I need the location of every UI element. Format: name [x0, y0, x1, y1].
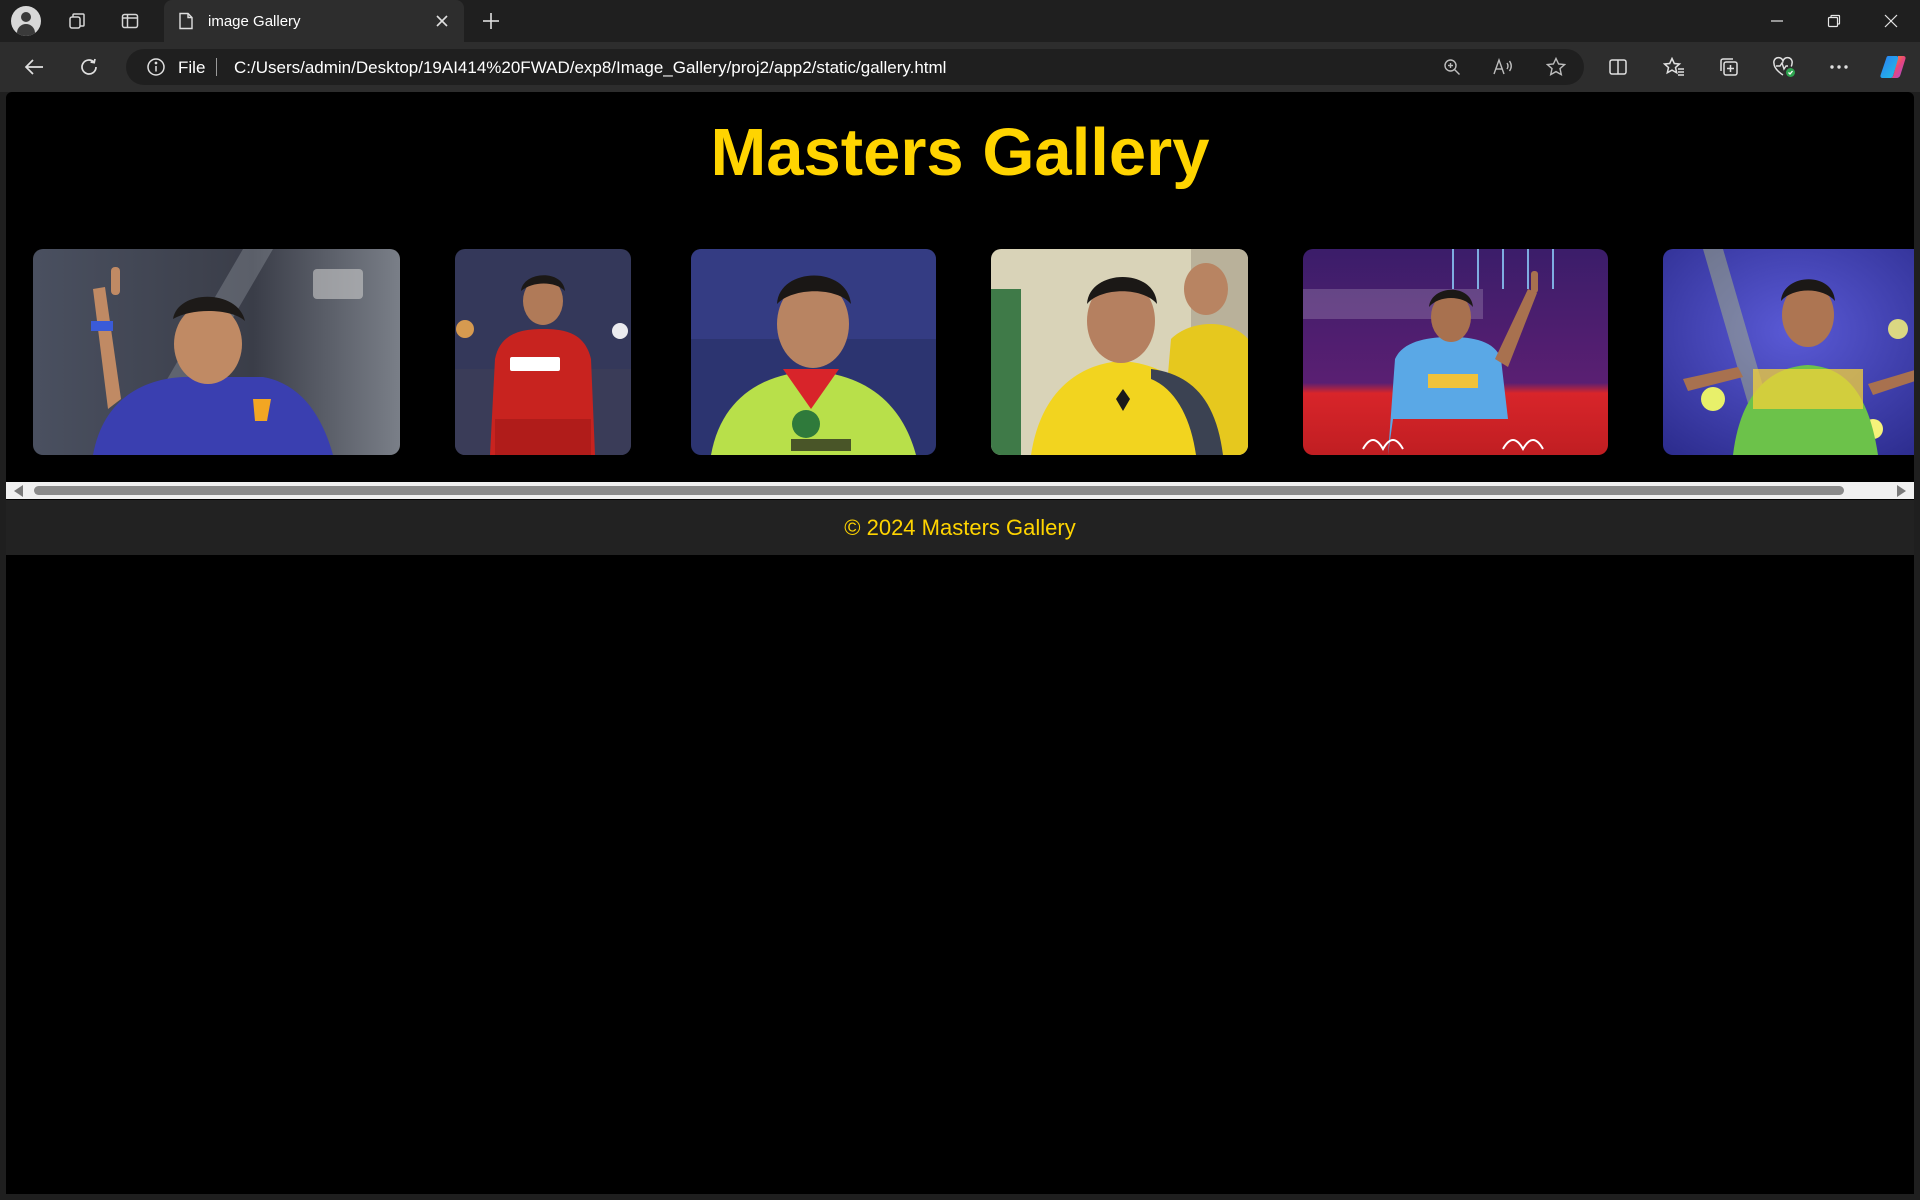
workspaces-icon[interactable]	[61, 5, 93, 37]
collections-icon[interactable]	[1713, 51, 1745, 83]
add-favorite-star-icon[interactable]	[1544, 55, 1568, 79]
new-tab-button[interactable]	[476, 6, 506, 36]
more-options-icon[interactable]	[1823, 51, 1855, 83]
reload-button[interactable]	[73, 51, 105, 83]
close-tab-icon[interactable]	[428, 7, 456, 35]
page-footer: © 2024 Masters Gallery	[6, 500, 1914, 555]
gallery-image[interactable]	[33, 249, 400, 455]
site-info-icon[interactable]	[146, 57, 166, 77]
gallery-image[interactable]	[691, 249, 936, 455]
scrollbar-thumb[interactable]	[34, 486, 1844, 495]
scroll-right-arrow-icon[interactable]	[1897, 485, 1906, 497]
scroll-left-arrow-icon[interactable]	[14, 485, 23, 497]
scheme-label: File	[178, 58, 206, 77]
address-bar[interactable]: File C:/Users/admin/Desktop/19AI414%20FW…	[126, 49, 1584, 85]
gallery-image[interactable]	[1663, 249, 1914, 455]
gallery-strip[interactable]	[6, 249, 1914, 455]
close-window-button[interactable]	[1862, 0, 1920, 42]
navigation-bar: File C:/Users/admin/Desktop/19AI414%20FW…	[0, 42, 1920, 92]
back-button[interactable]	[18, 51, 50, 83]
window-bottom-edge	[0, 1194, 1920, 1200]
profile-avatar-icon[interactable]	[10, 5, 42, 37]
read-aloud-icon[interactable]	[1491, 55, 1515, 79]
url-text[interactable]: C:/Users/admin/Desktop/19AI414%20FWAD/ex…	[234, 58, 946, 78]
split-screen-icon[interactable]	[1602, 51, 1634, 83]
gallery-image[interactable]	[455, 249, 631, 455]
tab-title: image Gallery	[208, 12, 301, 30]
footer-copyright: © 2024 Masters Gallery	[844, 514, 1076, 540]
copilot-icon[interactable]	[1877, 51, 1909, 83]
zoom-icon[interactable]	[1440, 55, 1464, 79]
page-viewport: Masters Gallery © 2024 Masters Gallery	[6, 92, 1914, 1194]
favorites-icon[interactable]	[1658, 51, 1690, 83]
tab-image-gallery[interactable]: image Gallery	[164, 0, 464, 42]
gallery-image[interactable]	[991, 249, 1248, 455]
vertical-tabs-icon[interactable]	[114, 5, 146, 37]
tab-strip: image Gallery	[0, 0, 1920, 42]
page-title: Masters Gallery	[710, 115, 1210, 190]
address-separator	[216, 58, 217, 76]
browser-essentials-icon[interactable]	[1768, 51, 1800, 83]
minimize-window-button[interactable]	[1748, 0, 1806, 42]
page-icon	[176, 11, 196, 31]
restore-window-button[interactable]	[1805, 0, 1863, 42]
gallery-image[interactable]	[1303, 249, 1608, 455]
horizontal-scrollbar[interactable]	[6, 482, 1914, 499]
